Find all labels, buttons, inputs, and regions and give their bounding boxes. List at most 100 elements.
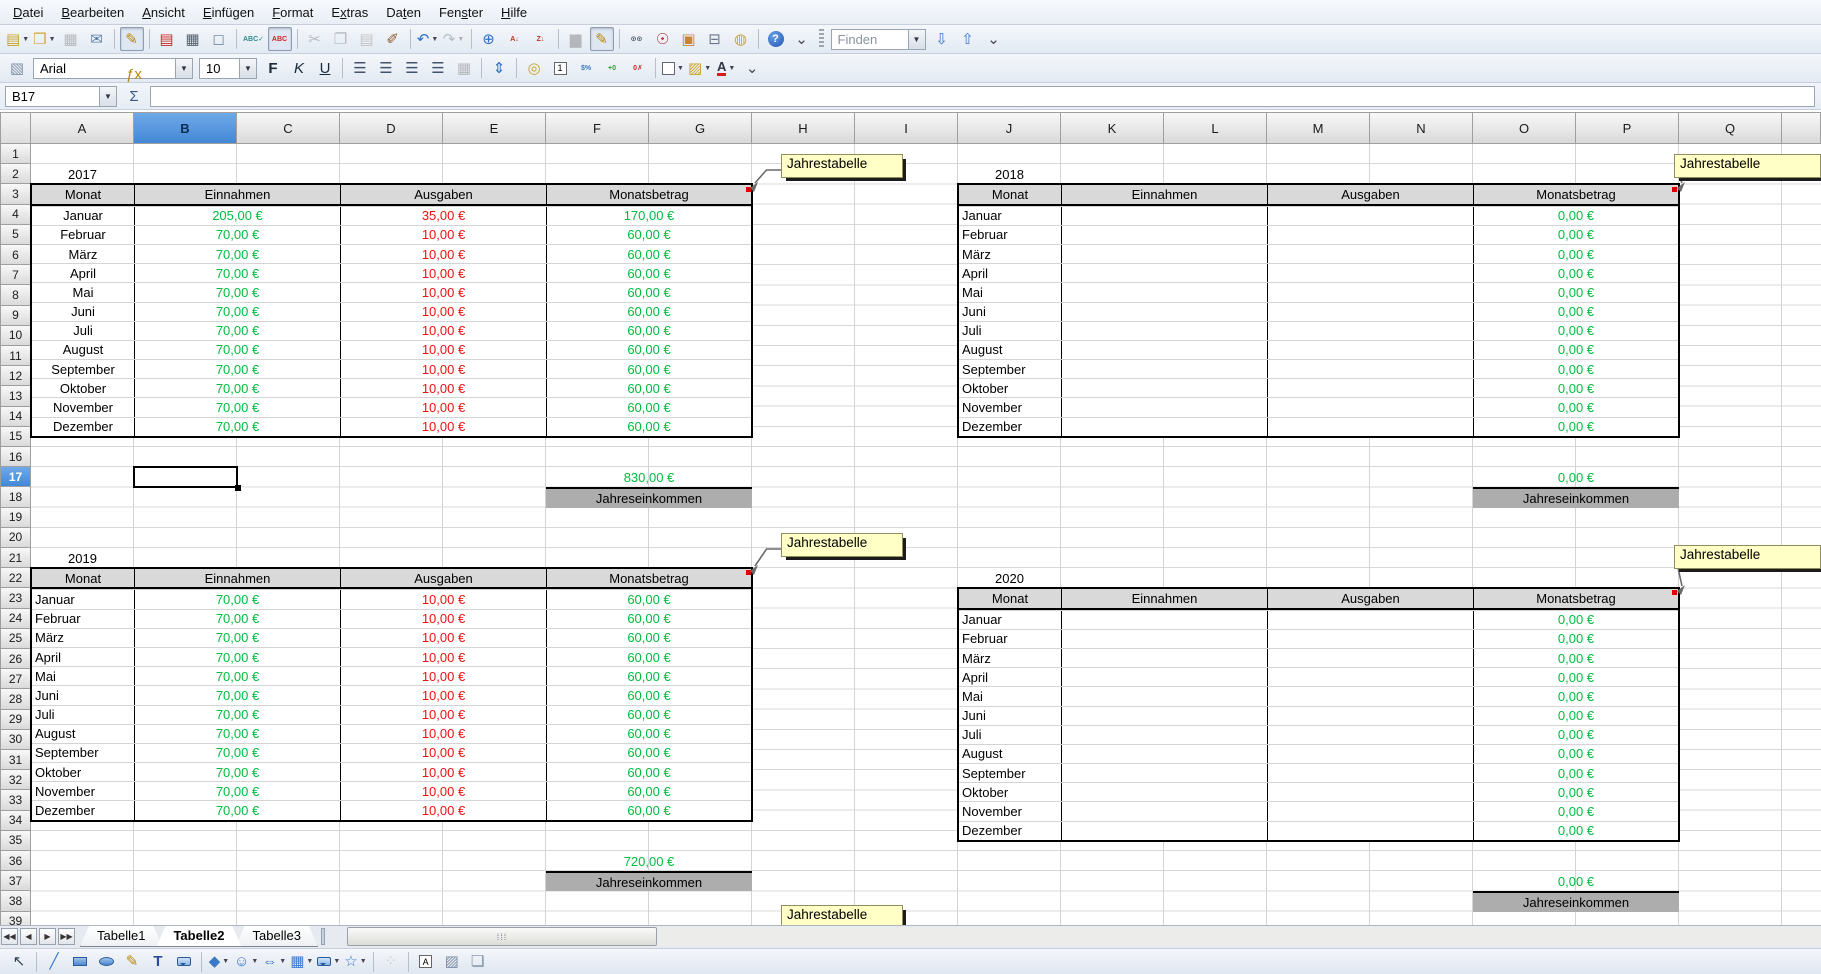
row-header-18[interactable]: 18 [0, 487, 31, 507]
row-header-1[interactable]: 1 [0, 144, 31, 164]
align-left-icon[interactable]: ☰ [348, 56, 372, 80]
fontwork-gallery-icon[interactable]: A [414, 950, 438, 974]
flowchart-icon[interactable]: ▦▼ [289, 950, 314, 974]
row-header-35[interactable]: 35 [0, 831, 31, 851]
row-header-32[interactable]: 32 [0, 770, 31, 790]
last-sheet-icon[interactable]: ▶▶ [58, 928, 75, 945]
row-header-14[interactable]: 14 [0, 407, 31, 427]
comment-note[interactable]: Jahrestabelle [1674, 154, 1821, 178]
column-header-G[interactable]: G [649, 112, 752, 144]
block-arrows-icon[interactable]: ⇔▼ [261, 950, 287, 974]
number-format-date-icon[interactable]: 1 [548, 56, 572, 80]
next-sheet-icon[interactable]: ▶ [39, 928, 56, 945]
tab-split-handle[interactable] [321, 928, 325, 945]
row-header-22[interactable]: 22 [0, 568, 31, 588]
underline-icon[interactable]: U [313, 56, 337, 80]
basic-shapes-dropdown-icon[interactable]: ▼ [222, 958, 229, 965]
auto-spellcheck-icon[interactable]: ABC [268, 27, 292, 51]
spellcheck-icon[interactable]: ABC✓ [242, 27, 266, 51]
menu-daten[interactable]: Daten [377, 2, 430, 23]
sheet-tab-tabelle2[interactable]: Tabelle2 [156, 926, 241, 947]
sort-descending-icon[interactable]: Z↓ [529, 27, 553, 51]
row-header-4[interactable]: 4 [0, 205, 31, 225]
navigator-icon[interactable]: ☉ [651, 27, 675, 51]
format-paintbrush-icon[interactable]: ✐ [381, 27, 405, 51]
from-file-icon[interactable]: ▨ [440, 950, 464, 974]
column-header-P[interactable]: P [1576, 112, 1679, 144]
row-header-36[interactable]: 36 [0, 851, 31, 871]
column-header-J[interactable]: J [958, 112, 1061, 144]
row-header-2[interactable]: 2 [0, 164, 31, 184]
sort-ascending-icon[interactable]: A↓ [503, 27, 527, 51]
row-header-10[interactable]: 10 [0, 326, 31, 346]
export-pdf-icon[interactable]: ▤ [155, 27, 179, 51]
column-header-A[interactable]: A [31, 112, 134, 144]
column-header-D[interactable]: D [340, 112, 443, 144]
column-header-I[interactable]: I [855, 112, 958, 144]
menu-fenster[interactable]: Fenster [430, 2, 492, 23]
row-header-17[interactable]: 17 [0, 467, 31, 487]
edit-mode-icon[interactable]: ✎ [120, 27, 144, 51]
formula-input[interactable] [150, 86, 1815, 107]
row-header-3[interactable]: 3 [0, 184, 31, 204]
open-dropdown-icon[interactable]: ▼ [49, 36, 56, 43]
row-header-33[interactable]: 33 [0, 790, 31, 810]
sheet-tab-tabelle1[interactable]: Tabelle1 [80, 926, 162, 947]
row-header-29[interactable]: 29 [0, 710, 31, 730]
undo-dropdown-icon[interactable]: ▼ [431, 36, 438, 43]
menu-extras[interactable]: Extras [322, 2, 377, 23]
basic-shapes-icon[interactable]: ◆▼ [207, 950, 231, 974]
select-icon[interactable]: ↖ [7, 950, 31, 974]
find-previous-icon[interactable]: ⇧ [956, 27, 980, 51]
column-header-F[interactable]: F [546, 112, 649, 144]
help-icon[interactable]: ? [764, 27, 788, 51]
print-icon[interactable]: ▦ [181, 27, 205, 51]
find-dropdown-icon[interactable]: ▼ [908, 30, 925, 49]
menu-ansicht[interactable]: Ansicht [133, 2, 194, 23]
column-header-partial[interactable] [1782, 112, 1821, 144]
symbol-shapes-dropdown-icon[interactable]: ▼ [251, 958, 258, 965]
row-header-20[interactable]: 20 [0, 528, 31, 548]
italic-icon[interactable]: K [287, 56, 311, 80]
name-box-dropdown-icon[interactable]: ▼ [99, 87, 116, 106]
font-color-icon[interactable]: A▼ [714, 56, 738, 80]
number-format-standard-icon[interactable]: $% [574, 56, 598, 80]
find-replace-icon[interactable]: ⊙⊙ [625, 27, 649, 51]
row-header-30[interactable]: 30 [0, 730, 31, 750]
row-header-6[interactable]: 6 [0, 245, 31, 265]
background-color-dropdown-icon[interactable]: ▼ [704, 65, 711, 72]
align-justified-icon[interactable]: ☰ [426, 56, 450, 80]
number-format-currency-icon[interactable]: ◎ [522, 56, 546, 80]
menu-einfgen[interactable]: Einfügen [194, 2, 263, 23]
line-spacing-icon[interactable]: ⇕ [487, 56, 511, 80]
function-wizard-icon[interactable]: ƒx [122, 63, 146, 85]
sheet-tab-tabelle3[interactable]: Tabelle3 [236, 926, 318, 947]
stars-icon[interactable]: ☆▼ [343, 950, 367, 974]
text-icon[interactable]: T [146, 950, 170, 974]
email-icon[interactable]: ✉ [85, 27, 109, 51]
borders-dropdown-icon[interactable]: ▼ [677, 65, 684, 72]
new-document-dropdown-icon[interactable]: ▼ [22, 36, 29, 43]
align-right-icon[interactable]: ☰ [400, 56, 424, 80]
column-header-Q[interactable]: Q [1679, 112, 1782, 144]
freeform-line-icon[interactable]: ✎ [120, 950, 144, 974]
callout-shapes-dropdown-icon[interactable]: ▼ [333, 958, 340, 965]
new-document-icon[interactable]: ▤▼ [5, 27, 30, 51]
row-header-28[interactable]: 28 [0, 689, 31, 709]
ellipse-icon[interactable] [94, 950, 118, 974]
borders-icon[interactable]: ▼ [661, 56, 685, 80]
print-preview-icon[interactable]: ◻ [207, 27, 231, 51]
row-header-23[interactable]: 23 [0, 588, 31, 608]
column-header-B[interactable]: B [134, 112, 237, 144]
row-header-8[interactable]: 8 [0, 285, 31, 305]
name-box[interactable]: B17 ▼ [5, 86, 117, 107]
horizontal-scrollbar-track[interactable]: ⁞⁞⁞ [347, 927, 1821, 946]
font-name-dropdown-icon[interactable]: ▼ [175, 59, 192, 78]
column-header-L[interactable]: L [1164, 112, 1267, 144]
symbol-shapes-icon[interactable]: ☺▼ [233, 950, 259, 974]
overflow-icon[interactable]: ⌄ [790, 27, 814, 51]
row-header-25[interactable]: 25 [0, 629, 31, 649]
row-header-16[interactable]: 16 [0, 447, 31, 467]
row-header-21[interactable]: 21 [0, 548, 31, 568]
gallery-icon[interactable]: ▣ [677, 27, 701, 51]
